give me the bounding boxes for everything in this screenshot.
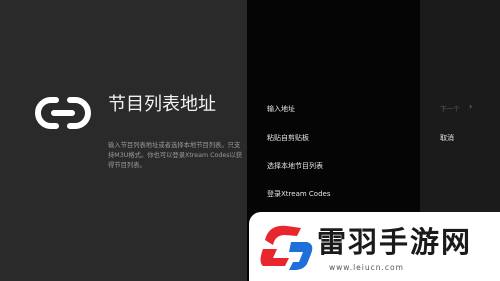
watermark-banner: 雷羽手游网 www.leiucn.com xyxy=(249,212,500,281)
menu-item-select-local[interactable]: 选择本地节目列表 xyxy=(267,161,323,171)
info-panel: 节目列表地址 输入节目列表地址或者选择本地节目列表。只支持M3U格式。你也可以登… xyxy=(0,0,247,281)
menu-item-enter-address[interactable]: 输入地址 xyxy=(267,104,295,114)
page-title: 节目列表地址 xyxy=(108,94,216,115)
watermark-site-name: 雷羽手游网 xyxy=(317,225,473,259)
cancel-button[interactable]: 取消 xyxy=(440,133,454,143)
page-description: 输入节目列表地址或者选择本地节目列表。只支持M3U格式。你也可以登录Xtream… xyxy=(108,142,243,170)
next-button[interactable]: 下一个 xyxy=(440,103,460,113)
link-icon xyxy=(35,97,91,129)
chevron-right-icon: › xyxy=(469,102,473,111)
watermark-url: www.leiucn.com xyxy=(329,263,404,272)
menu-item-xtream-login[interactable]: 登录Xtream Codes xyxy=(267,189,330,199)
watermark-logo-icon xyxy=(260,225,313,270)
menu-item-paste-clipboard[interactable]: 粘贴自剪贴板 xyxy=(267,133,309,143)
